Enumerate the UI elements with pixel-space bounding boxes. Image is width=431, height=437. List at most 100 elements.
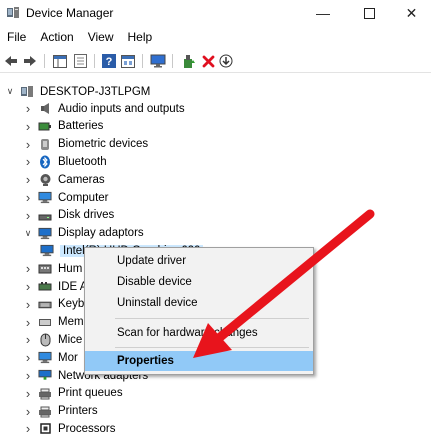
tree-item-label: Mem bbox=[58, 316, 84, 329]
maximize-button[interactable] bbox=[346, 0, 392, 26]
chevron-right-icon[interactable]: › bbox=[22, 119, 34, 134]
chevron-right-icon[interactable]: › bbox=[22, 137, 34, 152]
chevron-right-icon[interactable]: › bbox=[22, 386, 34, 401]
view-icon[interactable] bbox=[120, 53, 136, 69]
tree-item[interactable]: › Disk drives bbox=[22, 207, 114, 224]
monitor-scan-icon[interactable] bbox=[150, 53, 166, 69]
title-bar: Device Manager — ✕ bbox=[0, 0, 431, 26]
toolbar-separator bbox=[142, 54, 143, 68]
chevron-right-icon[interactable]: › bbox=[22, 154, 34, 169]
chevron-right-icon[interactable]: › bbox=[22, 261, 34, 276]
mouse-icon bbox=[38, 333, 52, 347]
context-update-driver[interactable]: Update driver bbox=[85, 251, 313, 271]
memory-icon bbox=[38, 316, 52, 329]
tree-item[interactable]: › Print queues bbox=[22, 385, 123, 402]
tree-item[interactable]: › Mem bbox=[22, 314, 84, 331]
tree-item[interactable]: › Mice bbox=[22, 331, 82, 348]
tree-item[interactable]: › Processors bbox=[22, 420, 116, 437]
tree-item-label: Hum bbox=[58, 262, 83, 275]
chevron-right-icon[interactable]: › bbox=[22, 350, 34, 365]
toolbar-separator bbox=[94, 54, 95, 68]
tree-root[interactable]: ∨ DESKTOP-J3TLPGM bbox=[4, 83, 151, 100]
tree-item-label: Processors bbox=[58, 422, 116, 435]
properties-icon[interactable] bbox=[72, 53, 88, 69]
context-properties[interactable]: Properties bbox=[85, 351, 313, 371]
toolbar: ? bbox=[0, 50, 431, 73]
speaker-icon bbox=[38, 102, 52, 115]
menu-view[interactable]: View bbox=[81, 28, 121, 48]
show-hide-console-tree-icon[interactable] bbox=[52, 53, 68, 69]
close-button[interactable]: ✕ bbox=[392, 0, 431, 26]
tree-item[interactable]: › Cameras bbox=[22, 171, 105, 188]
back-arrow-icon[interactable] bbox=[3, 53, 19, 69]
tree-item[interactable]: › Bluetooth bbox=[22, 153, 107, 170]
computer-root-icon bbox=[20, 85, 34, 98]
display-adapter-icon bbox=[40, 244, 54, 257]
tree-item-label: Display adaptors bbox=[58, 227, 144, 240]
battery-icon bbox=[38, 120, 52, 133]
tree-item-label: Computer bbox=[58, 191, 109, 204]
minimize-button[interactable]: — bbox=[300, 0, 346, 26]
tree-item[interactable]: › Batteries bbox=[22, 118, 104, 135]
monitor-icon bbox=[38, 351, 52, 364]
chevron-right-icon[interactable]: › bbox=[22, 279, 34, 294]
disk-drive-icon bbox=[38, 209, 52, 222]
window-title: Device Manager bbox=[26, 6, 114, 20]
chevron-right-icon[interactable]: › bbox=[22, 368, 34, 383]
context-uninstall-device[interactable]: Uninstall device bbox=[85, 293, 313, 313]
chevron-right-icon[interactable]: › bbox=[22, 101, 34, 116]
menu-action[interactable]: Action bbox=[33, 28, 80, 48]
tree-item[interactable]: › Printers bbox=[22, 403, 98, 420]
biometric-icon bbox=[38, 138, 52, 151]
ide-controller-icon bbox=[38, 280, 52, 293]
help-icon[interactable]: ? bbox=[101, 53, 117, 69]
tree-item-label: IDE A bbox=[58, 280, 88, 293]
chevron-down-icon[interactable]: ∨ bbox=[22, 227, 34, 239]
tree-item[interactable]: › Computer bbox=[22, 189, 109, 206]
chevron-right-icon[interactable]: › bbox=[22, 421, 34, 436]
tree-item-label: Bluetooth bbox=[58, 155, 107, 168]
toolbar-separator bbox=[44, 54, 45, 68]
tree-item-label: Printers bbox=[58, 405, 98, 418]
bluetooth-icon bbox=[38, 155, 52, 169]
download-arrow-icon[interactable] bbox=[218, 53, 234, 69]
tree-item[interactable]: › Hum bbox=[22, 260, 82, 277]
chevron-right-icon[interactable]: › bbox=[22, 208, 34, 223]
menu-bar: File Action View Help bbox=[0, 28, 159, 48]
chevron-right-icon[interactable]: › bbox=[22, 315, 34, 330]
printer-icon bbox=[38, 405, 52, 418]
tree-item[interactable]: ∨ Display adaptors bbox=[22, 225, 144, 242]
chevron-right-icon[interactable]: › bbox=[22, 332, 34, 347]
chevron-right-icon[interactable]: › bbox=[22, 297, 34, 312]
forward-arrow-icon[interactable] bbox=[22, 53, 38, 69]
device-manager-app-icon bbox=[6, 6, 20, 19]
menu-file[interactable]: File bbox=[0, 28, 33, 48]
tree-item[interactable]: › Audio inputs and outputs bbox=[22, 100, 185, 117]
update-driver-icon[interactable] bbox=[181, 53, 197, 69]
chevron-right-icon[interactable]: › bbox=[22, 190, 34, 205]
network-icon bbox=[38, 369, 52, 382]
context-menu: Update driver Disable device Uninstall d… bbox=[84, 247, 314, 375]
toolbar-separator bbox=[172, 54, 173, 68]
chevron-right-icon[interactable]: › bbox=[22, 172, 34, 187]
menu-help[interactable]: Help bbox=[121, 28, 160, 48]
human-interface-icon bbox=[38, 262, 52, 275]
uninstall-red-x-icon[interactable] bbox=[200, 53, 216, 69]
chevron-down-icon[interactable]: ∨ bbox=[4, 86, 16, 98]
tree-root-label: DESKTOP-J3TLPGM bbox=[40, 85, 151, 98]
tree-item-label: Disk drives bbox=[58, 209, 115, 222]
context-separator bbox=[115, 318, 309, 319]
computer-icon bbox=[38, 191, 52, 204]
tree-item-label: Mice bbox=[58, 333, 83, 346]
context-scan-hardware[interactable]: Scan for hardware changes bbox=[85, 323, 313, 343]
context-disable-device[interactable]: Disable device bbox=[85, 272, 313, 292]
tree-item[interactable]: › Mor bbox=[22, 349, 78, 366]
chevron-right-icon[interactable]: › bbox=[22, 404, 34, 419]
tree-item[interactable]: › Keyb bbox=[22, 296, 84, 313]
tree-item-label: Biometric devices bbox=[58, 138, 149, 151]
keyboard-icon bbox=[38, 298, 52, 311]
tree-item[interactable]: › IDE A bbox=[22, 278, 88, 295]
tree-item-label: Batteries bbox=[58, 120, 104, 133]
tree-item[interactable]: › Biometric devices bbox=[22, 136, 148, 153]
display-icon bbox=[38, 227, 52, 240]
